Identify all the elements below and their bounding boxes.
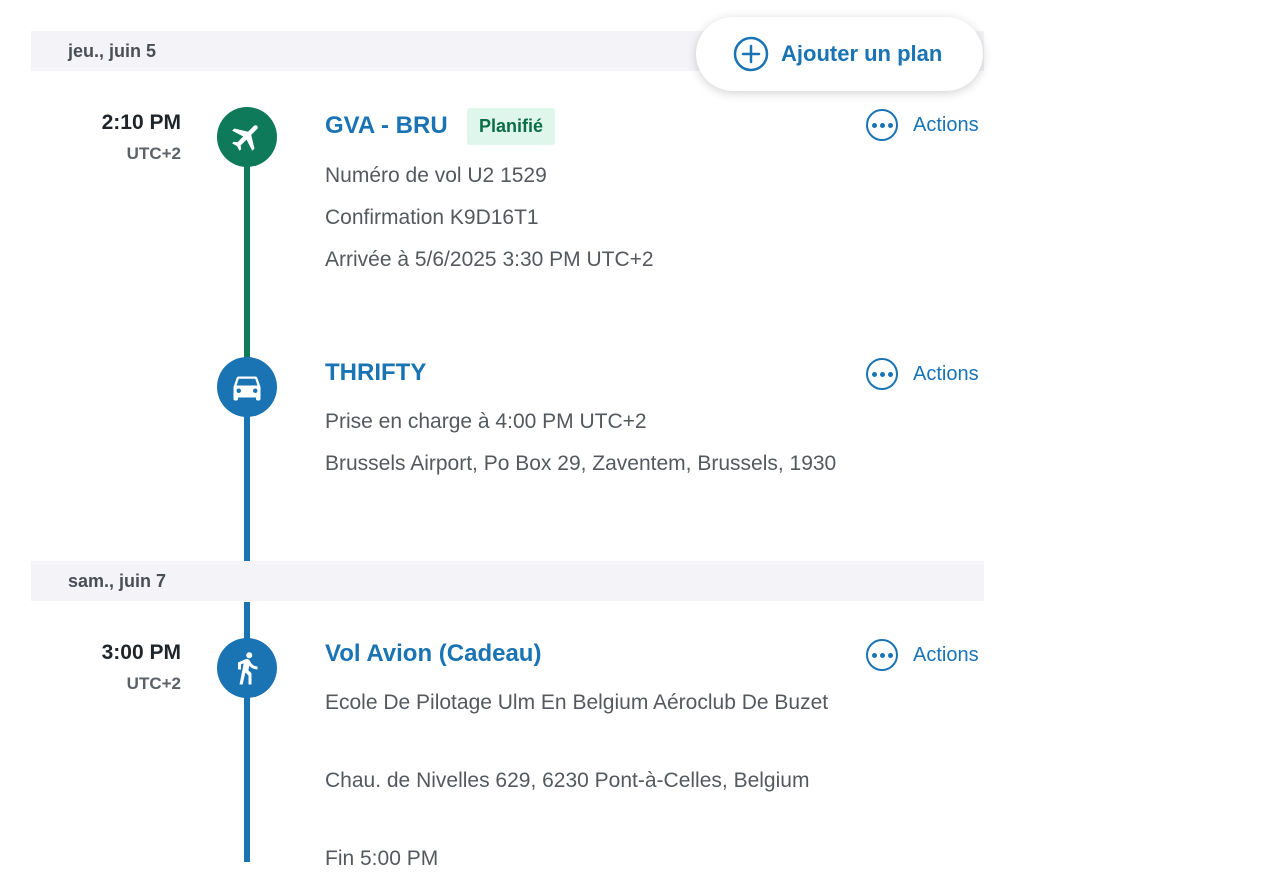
actions-label: Actions xyxy=(913,643,979,666)
add-plan-button[interactable]: Ajouter un plan xyxy=(696,17,983,91)
actions-label: Actions xyxy=(913,113,979,136)
item-title[interactable]: Vol Avion (Cadeau) xyxy=(325,640,541,668)
day-label: sam., juin 7 xyxy=(68,571,167,591)
item-detail: Ecole De Pilotage Ulm En Belgium Aéroclu… xyxy=(325,691,829,714)
timeline-flight-segment xyxy=(244,137,250,387)
item-timezone: UTC+2 xyxy=(126,144,181,163)
car-icon xyxy=(233,376,261,401)
day-header: sam., juin 7 xyxy=(31,561,984,601)
plus-circle-icon xyxy=(733,36,769,72)
activity-node xyxy=(217,638,277,698)
actions-button[interactable]: Actions xyxy=(866,109,979,141)
item-detail: Confirmation K9D16T1 xyxy=(325,206,539,229)
item-time: 2:10 PM xyxy=(101,111,181,134)
item-time: 3:00 PM xyxy=(101,641,181,664)
item-detail: Prise en charge à 4:00 PM UTC+2 xyxy=(325,410,647,433)
actions-button[interactable]: Actions xyxy=(866,358,979,390)
add-plan-label: Ajouter un plan xyxy=(781,41,943,66)
item-title[interactable]: GVA - BRU xyxy=(325,112,448,140)
item-timezone: UTC+2 xyxy=(126,674,181,693)
airplane-icon xyxy=(232,125,258,151)
status-badge: Planifié xyxy=(467,108,556,145)
walking-person-icon xyxy=(238,652,258,685)
car-node xyxy=(217,357,277,417)
actions-button[interactable]: Actions xyxy=(866,639,979,671)
more-icon xyxy=(866,639,898,671)
actions-label: Actions xyxy=(913,362,979,385)
more-icon xyxy=(866,358,898,390)
item-detail: Chau. de Nivelles 629, 6230 Pont-à-Celle… xyxy=(325,769,810,792)
more-icon xyxy=(866,109,898,141)
flight-node xyxy=(217,107,277,167)
item-detail: Arrivée à 5/6/2025 3:30 PM UTC+2 xyxy=(325,248,654,271)
item-title[interactable]: THRIFTY xyxy=(325,359,426,387)
item-detail: Brussels Airport, Po Box 29, Zaventem, B… xyxy=(325,452,837,475)
day-label: jeu., juin 5 xyxy=(68,41,157,61)
item-detail: Fin 5:00 PM xyxy=(325,847,439,870)
item-detail: Numéro de vol U2 1529 xyxy=(325,164,547,187)
